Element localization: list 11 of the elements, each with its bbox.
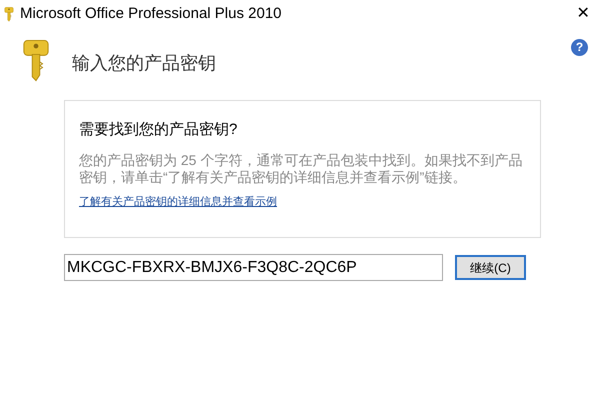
continue-button[interactable]: 继续(C)	[455, 255, 526, 280]
window-title: Microsoft Office Professional Plus 2010	[20, 4, 282, 24]
help-icon[interactable]: ?	[571, 39, 588, 56]
key-icon	[4, 6, 14, 22]
info-title: 需要找到您的产品密钥?	[79, 120, 238, 140]
product-key-field[interactable]: MKCGC-FBXRX-BMJX6-F3Q8C-2QC6P	[64, 254, 443, 281]
page-heading: 输入您的产品密钥	[72, 52, 216, 75]
close-button[interactable]: ✕	[568, 2, 598, 26]
info-text: 您的产品密钥为 25 个字符，通常可在产品包装中找到。如果找不到产品密钥，请单击“了解有关产品密钥的详细信息并查看示例”链接。	[79, 152, 524, 186]
key-icon	[22, 38, 50, 84]
details-link[interactable]: 了解有关产品密钥的详细信息并查看示例	[79, 194, 277, 210]
